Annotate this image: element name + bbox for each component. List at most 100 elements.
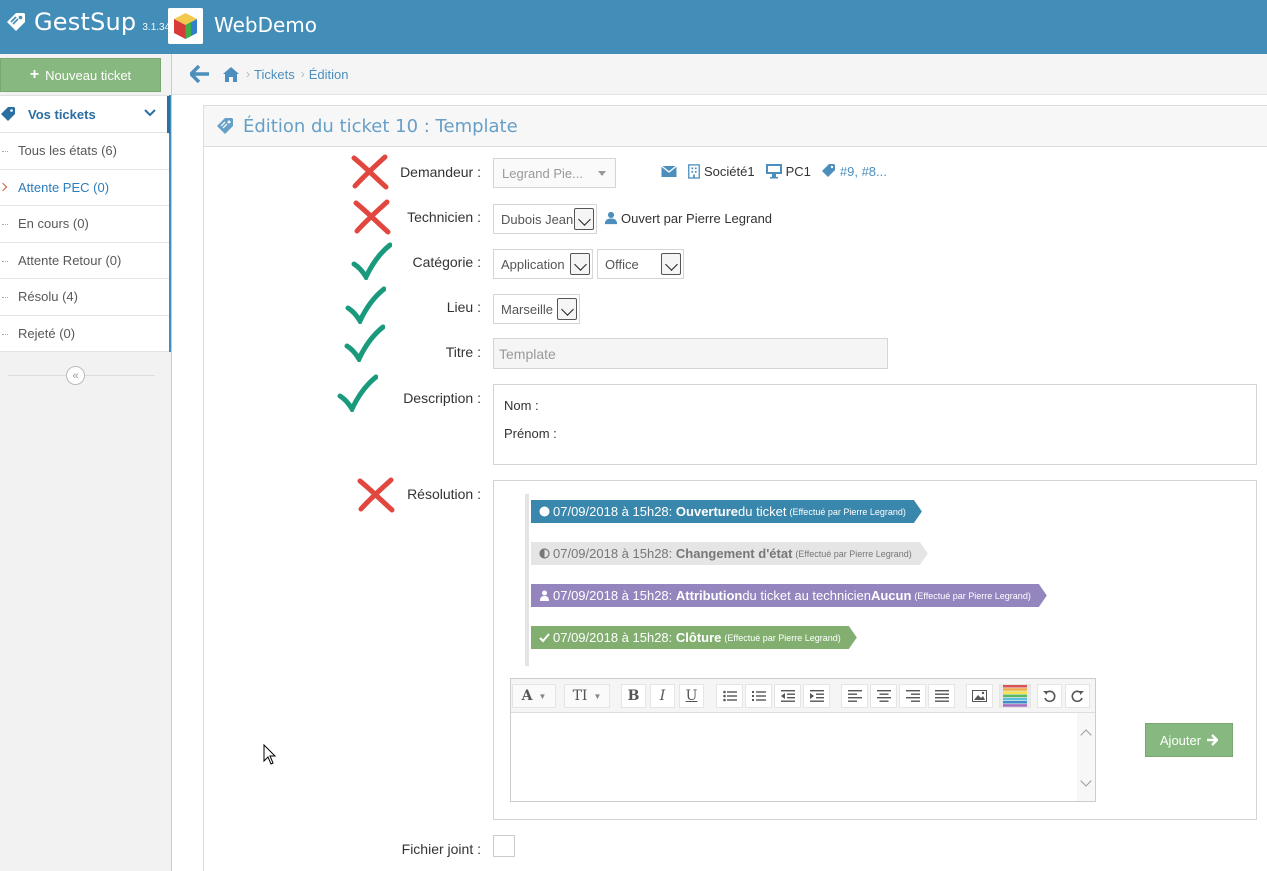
resolution-label: Résolution : — [407, 486, 481, 502]
fichier-joint-label: Fichier joint : — [401, 841, 481, 857]
sidebar-item-resolu[interactable]: Résolu (4) — [0, 279, 169, 316]
event-action: Changement d'état — [675, 546, 793, 561]
arrow-left-icon[interactable] — [190, 65, 210, 83]
title-value: Template — [499, 345, 556, 362]
category-select[interactable]: Application — [493, 249, 593, 279]
scroll-up-icon[interactable] — [1080, 729, 1092, 741]
align-justify-icon[interactable] — [928, 684, 955, 708]
numbered-list-icon[interactable] — [745, 684, 772, 708]
user-icon — [604, 211, 618, 225]
event-date: 07/09/2018 à 15h28: — [553, 546, 673, 561]
breadcrumb: › Tickets › Édition — [172, 54, 1267, 95]
font-family-button[interactable]: A ▼ — [512, 684, 556, 708]
sidebar-item-en-cours[interactable]: En cours (0) — [0, 206, 169, 243]
company-value: Société1 — [704, 163, 755, 179]
event-text: du ticket au technicien — [742, 588, 871, 603]
breadcrumb-tickets[interactable]: Tickets — [254, 67, 295, 82]
timeline-event-state-change: 07/09/2018 à 15h28: Changement d'état (Ef… — [531, 542, 928, 565]
add-button[interactable]: Ajouter — [1145, 723, 1233, 757]
description-line-nom: Nom : — [504, 398, 539, 413]
demandeur-select[interactable]: Legrand Pie... — [493, 158, 616, 188]
ticket-history-link[interactable]: #9, #8... — [840, 164, 887, 179]
description-editor[interactable]: Nom : Prénom : — [493, 384, 1257, 465]
lieu-label: Lieu : — [446, 299, 481, 315]
subcategory-select[interactable]: Office — [597, 249, 684, 279]
bullet-list-icon[interactable] — [716, 684, 743, 708]
add-button-label: Ajouter — [1159, 732, 1202, 748]
dropdown-arrow-icon — [574, 208, 594, 230]
brand[interactable]: GestSup 3.1.34 — [4, 8, 170, 36]
ticket-tag-icon — [1, 107, 15, 121]
new-ticket-label: Nouveau ticket — [45, 67, 132, 83]
event-technician: Aucun — [870, 588, 912, 603]
pc-value: PC1 — [785, 163, 811, 179]
lieu-select[interactable]: Marseille — [493, 294, 580, 324]
lieu-value: Marseille — [501, 301, 554, 317]
underline-icon[interactable]: U — [679, 684, 704, 708]
breadcrumb-edition[interactable]: Édition — [309, 67, 349, 82]
timeline-event-closure: 07/09/2018 à 15h28: Clôture (Effectué par… — [531, 626, 857, 649]
widget-header: Édition du ticket 10 : Template — [204, 106, 1267, 147]
opened-by-info: Ouvert par Pierre Legrand — [604, 210, 772, 226]
sidebar-item-attente-retour[interactable]: Attente Retour (0) — [0, 242, 169, 279]
event-text: du ticket — [738, 504, 787, 519]
editor-toolbar: A ▼ TI ▼ B I U — [511, 679, 1095, 713]
italic-icon[interactable]: I — [650, 684, 675, 708]
technicien-select[interactable]: Dubois Jean — [493, 204, 597, 234]
mouse-cursor-icon — [263, 744, 277, 765]
event-action: Attribution — [675, 588, 743, 603]
double-chevron-left-icon[interactable]: « — [66, 366, 85, 385]
sidebar-item-attente-pec[interactable]: Attente PEC (0) — [0, 169, 169, 206]
dropdown-arrow-icon — [557, 298, 577, 320]
outdent-icon[interactable] — [774, 684, 801, 708]
sidebar-item-all[interactable]: Tous les états (6) — [0, 133, 169, 170]
align-center-icon[interactable] — [870, 684, 897, 708]
event-action: Ouverture — [675, 504, 739, 519]
ticket-tag-icon — [217, 118, 233, 134]
text-height-icon: TI — [572, 688, 588, 704]
align-right-icon[interactable] — [899, 684, 926, 708]
font-icon: A — [521, 688, 533, 704]
file-attach-input[interactable] — [493, 835, 515, 857]
arrow-right-icon — [1207, 734, 1219, 746]
sidebar: + Nouveau ticket Vos tickets Tous les ét… — [0, 54, 172, 871]
chevron-down-icon — [144, 109, 156, 117]
brand-name: GestSup — [34, 8, 137, 36]
timeline-event-opening: 07/09/2018 à 15h28: Ouverture du ticket(… — [531, 500, 922, 523]
event-action: Clôture — [675, 630, 722, 645]
company-name: WebDemo — [214, 13, 318, 37]
bold-icon[interactable]: B — [621, 684, 646, 708]
sidebar-section-vos-tickets[interactable]: Vos tickets — [0, 95, 170, 134]
undo-icon[interactable] — [1037, 684, 1062, 708]
editor-scrollbar[interactable] — [1077, 713, 1095, 801]
description-label: Description : — [403, 390, 481, 406]
align-left-icon[interactable] — [841, 684, 868, 708]
title-input[interactable]: Template — [493, 338, 888, 369]
scroll-down-icon[interactable] — [1080, 775, 1092, 787]
envelope-icon[interactable] — [660, 163, 677, 179]
color-picker-icon[interactable] — [999, 684, 1031, 708]
navbar: GestSup 3.1.34 WebDemo — [0, 0, 1267, 54]
sidebar-item-label: Attente Retour (0) — [18, 252, 122, 268]
sidebar-item-label: En cours (0) — [18, 216, 89, 232]
desktop-icon — [765, 164, 782, 179]
circle-icon — [539, 506, 550, 517]
event-by: (Effectué par Pierre Legrand) — [914, 590, 1031, 601]
breadcrumb-separator: › — [246, 67, 250, 81]
timeline-bar — [525, 494, 529, 666]
home-icon[interactable] — [222, 66, 240, 83]
demandeur-value: Legrand Pie... — [502, 165, 583, 181]
new-ticket-button[interactable]: + Nouveau ticket — [0, 58, 161, 92]
image-icon[interactable] — [966, 684, 993, 708]
font-size-button[interactable]: TI ▼ — [564, 684, 610, 708]
brand-version: 3.1.34 — [142, 21, 171, 33]
tickets-menu: Vos tickets Tous les états (6) Attente P… — [0, 95, 171, 352]
redo-icon[interactable] — [1065, 684, 1090, 708]
indent-icon[interactable] — [803, 684, 830, 708]
page-title: Édition du ticket 10 : Template — [243, 115, 518, 137]
description-line-prenom: Prénom : — [504, 426, 557, 441]
sidebar-item-label: Tous les états (6) — [18, 143, 117, 159]
sidebar-item-rejete[interactable]: Rejeté (0) — [0, 315, 169, 352]
technicien-value: Dubois Jean — [501, 211, 574, 227]
company-logo-icon — [168, 8, 203, 44]
